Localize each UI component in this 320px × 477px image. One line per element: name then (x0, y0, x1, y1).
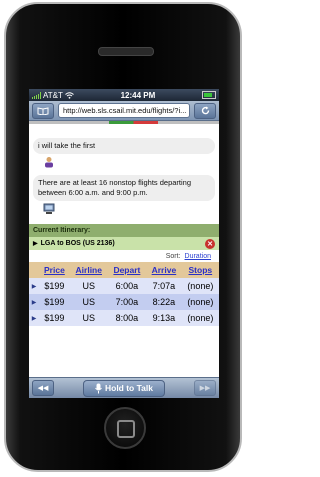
page-content: i will take the first There are at least… (29, 124, 219, 377)
speaker-grille (98, 47, 154, 56)
table-cell-stops: (none) (181, 310, 219, 326)
table-header-spacer (29, 262, 39, 278)
expand-triangle-icon: ▶ (29, 278, 39, 294)
computer-icon (43, 203, 55, 214)
table-cell-airline: US (69, 294, 108, 310)
forward-icon: ▶▶ (199, 385, 211, 392)
status-bar: AT&T 12:44 PM (29, 89, 219, 101)
sort-label: Sort: (165, 253, 181, 260)
table-cell-price: $199 (39, 294, 70, 310)
rewind-icon: ◀◀ (37, 385, 49, 392)
column-header-airline[interactable]: Airline (69, 262, 108, 278)
table-row[interactable]: ▶ $199 US 8:00a 9:13a (none) (29, 310, 219, 326)
table-cell-airline: US (69, 278, 108, 294)
table-cell-depart: 7:00a (107, 294, 147, 310)
table-row[interactable]: ▶ $199 US 6:00a 7:07a (none) (29, 278, 219, 294)
itinerary-header: Current Itinerary: (29, 224, 219, 237)
table-cell-price: $199 (39, 310, 70, 326)
home-square-icon (117, 420, 135, 438)
column-header-price[interactable]: Price (39, 262, 70, 278)
expand-triangle-icon: ▶ (29, 310, 39, 326)
clock: 12:44 PM (120, 90, 156, 100)
system-message: There are at least 16 nonstop flights de… (33, 175, 215, 201)
url-field[interactable]: http://web.sls.csail.mit.edu/flights/?i.… (58, 103, 190, 118)
bottom-toolbar: ◀◀ Hold to Talk ▶▶ (29, 377, 219, 398)
expand-triangle-icon: ▶ (29, 294, 39, 310)
itinerary-route: LGA to BOS (US 2136) (40, 240, 115, 247)
bookmarks-icon (37, 106, 49, 115)
forward-button[interactable]: ▶▶ (194, 380, 216, 396)
carrier-label: AT&T (43, 90, 63, 100)
user-message: i will take the first (33, 138, 215, 154)
table-cell-depart: 8:00a (107, 310, 147, 326)
signal-icon (32, 91, 41, 99)
microphone-icon (95, 383, 102, 393)
table-cell-stops: (none) (181, 278, 219, 294)
itinerary-row[interactable]: ▶ LGA to BOS (US 2136) ✕ (29, 237, 219, 250)
sort-control: Sort: Duration (29, 250, 219, 262)
column-header-stops[interactable]: Stops (181, 262, 219, 278)
table-cell-arrive: 8:22a (146, 294, 182, 310)
hold-to-talk-button[interactable]: Hold to Talk (83, 379, 165, 397)
phone-frame: AT&T 12:44 PM http://web.sls.csail.mit.e… (4, 2, 242, 472)
expand-triangle-icon: ▶ (33, 241, 38, 247)
column-header-arrive[interactable]: Arrive (146, 262, 182, 278)
home-button[interactable] (104, 407, 146, 449)
table-cell-arrive: 9:13a (146, 310, 182, 326)
bookmarks-button[interactable] (32, 102, 54, 119)
table-cell-price: $199 (39, 278, 70, 294)
close-icon[interactable]: ✕ (205, 238, 215, 249)
flights-table: Price Airline Depart Arrive Stops ▶ $199… (29, 262, 219, 326)
reload-icon (201, 106, 209, 115)
hold-to-talk-label: Hold to Talk (104, 383, 153, 393)
screen: AT&T 12:44 PM http://web.sls.csail.mit.e… (29, 89, 219, 398)
reload-button[interactable] (194, 102, 216, 119)
user-icon (45, 157, 53, 168)
table-cell-stops: (none) (181, 294, 219, 310)
sort-duration-link[interactable]: Duration (185, 253, 211, 260)
battery-icon (201, 91, 216, 99)
wifi-icon (65, 91, 74, 99)
table-cell-airline: US (69, 310, 108, 326)
browser-toolbar: http://web.sls.csail.mit.edu/flights/?i.… (29, 101, 219, 121)
rewind-button[interactable]: ◀◀ (32, 380, 54, 396)
table-row[interactable]: ▶ $199 US 7:00a 8:22a (none) (29, 294, 219, 310)
column-header-depart[interactable]: Depart (107, 262, 147, 278)
table-cell-depart: 6:00a (107, 278, 147, 294)
table-cell-arrive: 7:07a (146, 278, 182, 294)
